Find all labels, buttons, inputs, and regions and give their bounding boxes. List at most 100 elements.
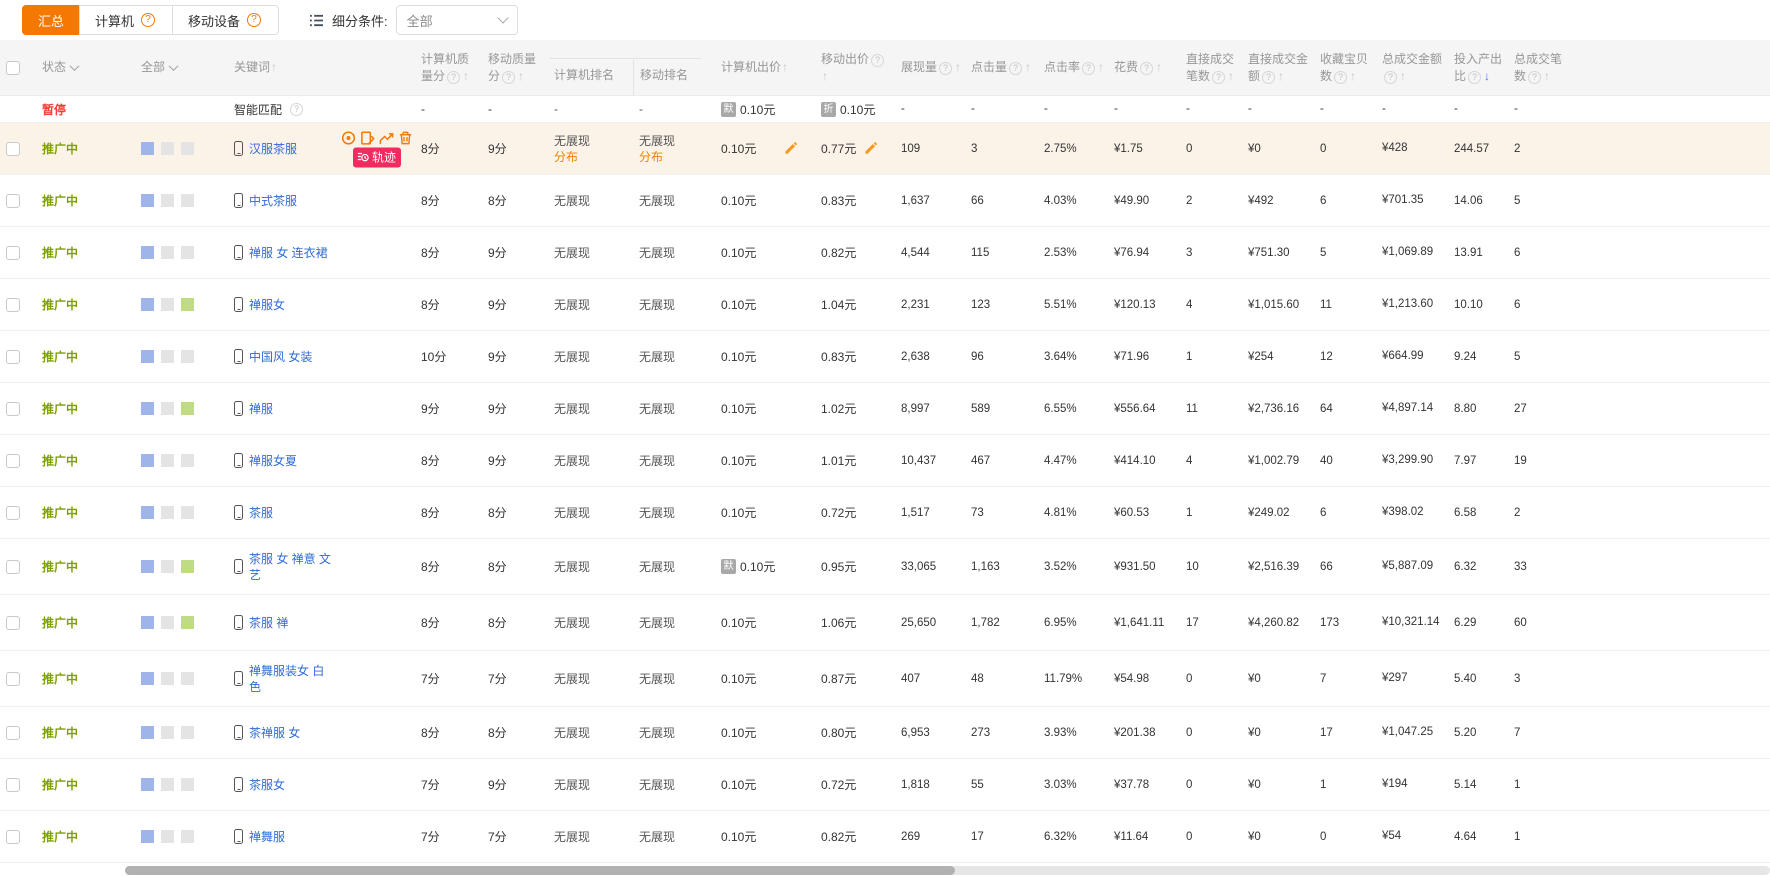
col-ctr[interactable]: 点击率?↑ — [1038, 59, 1108, 76]
edit-bid-icon[interactable] — [784, 142, 797, 155]
horizontal-scrollbar-thumb[interactable] — [125, 866, 955, 875]
help-icon[interactable]: ? — [1528, 71, 1541, 84]
keyword-link[interactable]: 禅服女 — [249, 297, 285, 313]
sort-asc-icon[interactable]: ↑ — [1278, 69, 1284, 83]
sort-asc-icon[interactable]: ↑ — [1098, 60, 1104, 74]
sort-asc-icon[interactable]: ↑ — [518, 69, 524, 83]
sort-asc-icon[interactable]: ↑ — [271, 60, 277, 74]
edit-bid-icon[interactable] — [864, 142, 877, 155]
row-checkbox[interactable] — [6, 350, 20, 364]
col-total-orders[interactable]: 总成交笔数?↑ — [1508, 51, 1570, 85]
keyword-link[interactable]: 禅舞服 — [249, 829, 285, 845]
distribution-link[interactable]: 分布 — [639, 149, 709, 165]
row-checkbox[interactable] — [6, 506, 20, 520]
col-keyword[interactable]: 关键词↑ — [228, 59, 415, 76]
col-mobile-score[interactable]: 移动质量分?↑ — [482, 51, 548, 85]
tab-summary[interactable]: 汇总 — [22, 5, 80, 35]
row-checkbox[interactable] — [6, 298, 20, 312]
tab-computer[interactable]: 计算机 ? — [79, 5, 173, 35]
help-icon[interactable]: ? — [502, 71, 515, 84]
help-icon[interactable]: ? — [1009, 62, 1022, 75]
col-pc-score[interactable]: 计算机质量分?↑ — [415, 51, 482, 85]
col-favorites[interactable]: 收藏宝贝数?↑ — [1314, 51, 1376, 85]
help-icon[interactable]: ? — [290, 103, 303, 116]
chevron-down-icon[interactable] — [70, 61, 80, 71]
row-checkbox[interactable] — [6, 454, 20, 468]
row-checkbox[interactable] — [6, 616, 20, 630]
col-pc-score-label: 计算机质量分 — [421, 52, 469, 83]
sort-asc-icon[interactable]: ↑ — [1544, 69, 1550, 83]
help-icon[interactable]: ? — [1384, 71, 1397, 84]
filter-select[interactable]: 全部 — [396, 5, 518, 35]
pc-rank-cell-value: 无展现 — [554, 559, 627, 575]
help-icon[interactable]: ? — [1468, 71, 1481, 84]
total-amount-cell: ¥701.35 — [1376, 193, 1448, 208]
keyword-link[interactable]: 禅舞服装女 白 色 — [249, 663, 324, 695]
col-indicator[interactable]: 全部 — [135, 59, 228, 76]
help-icon[interactable]: ? — [1334, 71, 1347, 84]
col-direct-amount[interactable]: 直接成交金额?↑ — [1242, 51, 1314, 85]
row-checkbox[interactable] — [6, 672, 20, 686]
keyword-link[interactable]: 中国风 女装 — [249, 349, 312, 365]
keyword-link[interactable]: 茶服 禅 — [249, 615, 288, 631]
help-icon[interactable]: ? — [447, 71, 460, 84]
sort-asc-icon[interactable]: ↑ — [822, 69, 828, 83]
target-icon[interactable] — [341, 130, 356, 145]
row-checkbox[interactable] — [6, 194, 20, 208]
sort-asc-icon[interactable]: ↑ — [1228, 69, 1234, 83]
help-icon[interactable]: ? — [1262, 71, 1275, 84]
sort-asc-icon[interactable]: ↑ — [1025, 60, 1031, 74]
row-checkbox[interactable] — [6, 246, 20, 260]
keyword-link[interactable]: 禅服 女 连衣裙 — [249, 245, 328, 261]
help-icon[interactable]: ? — [1082, 62, 1095, 75]
keyword-link[interactable]: 茶服 — [249, 505, 273, 521]
row-checkbox[interactable] — [6, 402, 20, 416]
help-icon[interactable]: ? — [939, 62, 952, 75]
mobile-rank-cell: - — [633, 101, 715, 117]
row-checkbox[interactable] — [6, 560, 20, 574]
report-icon[interactable] — [360, 130, 375, 145]
sort-desc-icon[interactable]: ↓ — [1484, 69, 1490, 83]
row-checkbox[interactable] — [6, 830, 20, 844]
col-cost[interactable]: 花费?↑ — [1108, 59, 1180, 76]
keyword-link[interactable]: 汉服茶服 — [249, 141, 297, 157]
sort-asc-icon[interactable]: ↑ — [1156, 60, 1162, 74]
col-total-amount[interactable]: 总成交金额?↑ — [1376, 51, 1448, 85]
trend-chart-icon[interactable] — [379, 130, 394, 145]
row-checkbox[interactable] — [6, 142, 20, 156]
trace-badge[interactable]: 轨迹 — [353, 147, 401, 167]
help-icon[interactable]: ? — [141, 13, 155, 27]
help-icon[interactable]: ? — [1140, 62, 1153, 75]
col-roi[interactable]: 投入产出比?↓ — [1448, 51, 1508, 85]
help-icon[interactable]: ? — [871, 54, 884, 67]
col-impressions[interactable]: 展现量?↑ — [895, 59, 965, 76]
quality-indicator-cell — [135, 778, 228, 791]
col-pc-bid[interactable]: 计算机出价↑ — [715, 59, 815, 76]
tab-mobile[interactable]: 移动设备 ? — [172, 5, 279, 35]
col-direct-orders[interactable]: 直接成交笔数?↑ — [1180, 51, 1242, 85]
keyword-link[interactable]: 茶服 女 禅意 文 艺 — [249, 551, 331, 583]
keyword-link[interactable]: 禅服女夏 — [249, 453, 297, 469]
col-status[interactable]: 状态 — [36, 59, 135, 76]
keyword-link[interactable]: 中式茶服 — [249, 193, 297, 209]
help-icon[interactable]: ? — [247, 13, 261, 27]
sort-asc-icon[interactable]: ↑ — [1400, 69, 1406, 83]
col-mobile-bid[interactable]: 移动出价?↑ — [815, 51, 895, 85]
trash-icon[interactable] — [398, 130, 413, 145]
help-icon[interactable]: ? — [1212, 71, 1225, 84]
col-clicks[interactable]: 点击量?↑ — [965, 59, 1038, 76]
chevron-down-icon[interactable] — [169, 61, 179, 71]
keyword-link[interactable]: 禅服 — [249, 401, 273, 417]
sort-asc-icon[interactable]: ↑ — [1350, 69, 1356, 83]
sort-asc-icon[interactable]: ↑ — [782, 60, 788, 74]
keyword-link[interactable]: 茶服女 — [249, 777, 285, 793]
distribution-link[interactable]: 分布 — [554, 149, 627, 165]
row-checkbox[interactable] — [6, 726, 20, 740]
select-all-checkbox[interactable] — [6, 61, 20, 75]
impressions-cell: 8,997 — [895, 403, 965, 415]
sort-asc-icon[interactable]: ↑ — [955, 60, 961, 74]
keyword-link[interactable]: 茶禅服 女 — [249, 725, 300, 741]
row-checkbox[interactable] — [6, 778, 20, 792]
sort-asc-icon[interactable]: ↑ — [463, 69, 469, 83]
total-amount-cell: ¥428 — [1376, 141, 1448, 156]
